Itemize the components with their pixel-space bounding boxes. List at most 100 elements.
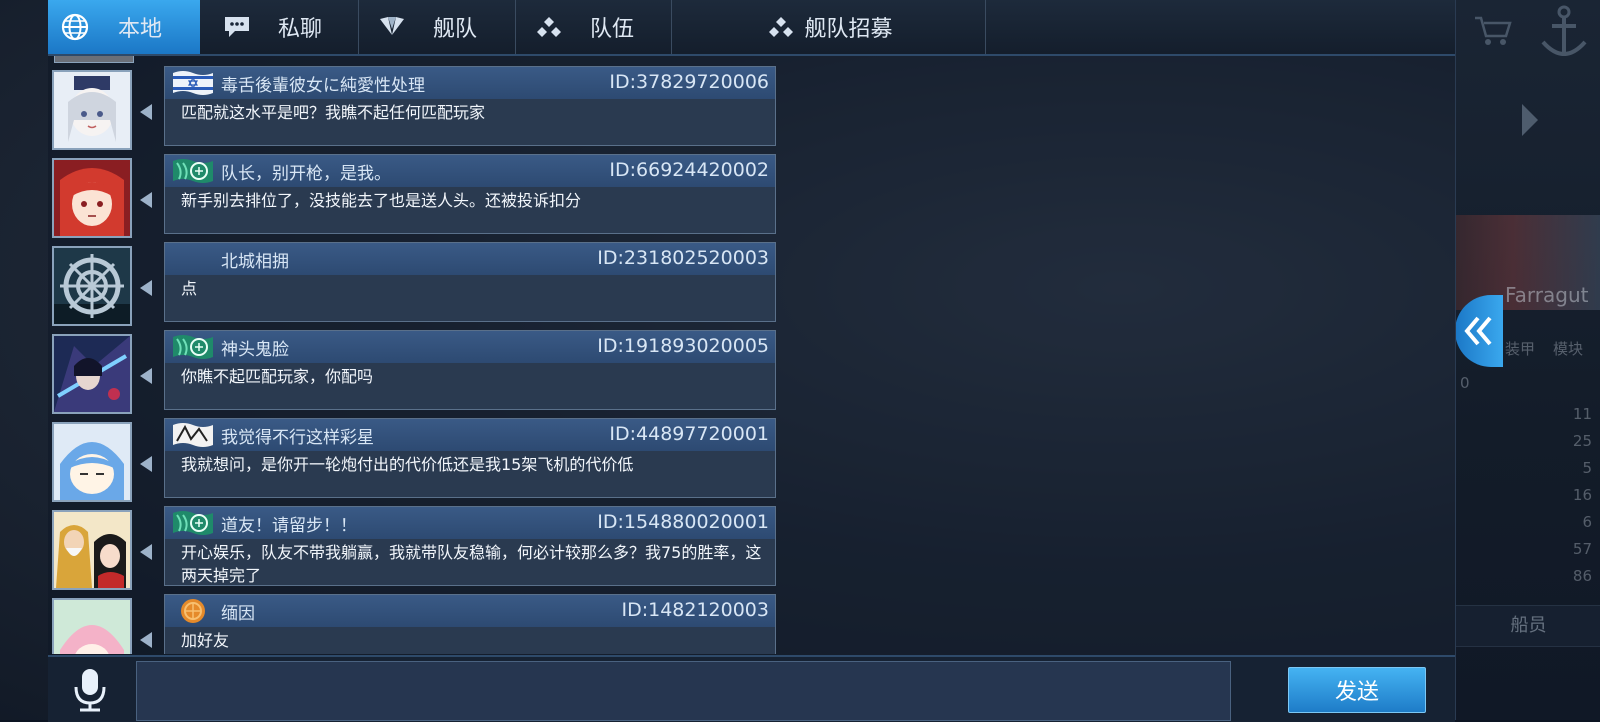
team-dots-icon bbox=[532, 10, 566, 44]
bubble-pointer bbox=[140, 280, 152, 296]
voice-input-button[interactable] bbox=[70, 667, 110, 713]
ship-wheel-avatar[interactable] bbox=[52, 246, 132, 326]
tab-local[interactable]: 本地 bbox=[48, 0, 200, 54]
sender-name[interactable]: 我觉得不行这样彩星 bbox=[221, 423, 374, 448]
message-text: 我就想问，是你开一轮炮付出的代价低还是我15架飞机的代价低 bbox=[181, 455, 634, 474]
message-header: 队长，别开枪，是我。 ID:66924420002 bbox=[165, 155, 775, 187]
message-header: 我觉得不行这样彩星 ID:44897720001 bbox=[165, 419, 775, 451]
pink-hair-girl-avatar[interactable] bbox=[52, 598, 132, 654]
double-chevron-left-icon bbox=[1464, 316, 1492, 346]
white-hair-girl-avatar[interactable] bbox=[52, 70, 132, 150]
sender-name[interactable]: 神头鬼脸 bbox=[221, 335, 289, 360]
crew-button[interactable]: 船员 bbox=[1455, 605, 1600, 647]
bubble-pointer bbox=[140, 104, 152, 120]
globe-icon bbox=[58, 10, 92, 44]
sender-id: ID:1482120003 bbox=[621, 599, 769, 621]
israel-flag-badge bbox=[173, 71, 213, 95]
team-dots-icon bbox=[764, 10, 798, 44]
shopping-cart-icon bbox=[1475, 16, 1512, 45]
sender-id: ID:37829720006 bbox=[609, 71, 769, 93]
chat-message: 队长，别开枪，是我。 ID:66924420002 新手别去排位了，没技能去了也… bbox=[48, 154, 778, 238]
red-hair-girl-avatar[interactable] bbox=[52, 158, 132, 238]
speech-bubble-icon bbox=[220, 10, 254, 44]
message-text: 你瞧不起匹配玩家，你配吗 bbox=[181, 367, 374, 386]
ship-name: Farragut bbox=[1505, 283, 1589, 307]
message-text: 开心娱乐，队友不带我躺赢，我就带队友稳输，何必计较那么多？我75的胜率，这两天掉… bbox=[181, 543, 762, 585]
module-label: 模块 bbox=[1553, 340, 1584, 358]
message-bubble: 我觉得不行这样彩星 ID:44897720001 我就想问，是你开一轮炮付出的代… bbox=[164, 418, 776, 498]
sender-id: ID:66924420002 bbox=[609, 159, 769, 181]
tab-team[interactable]: 队伍 bbox=[516, 0, 672, 54]
message-text: 加好友 bbox=[181, 631, 230, 650]
sender-name[interactable]: 毒舌後輩彼女に純愛性处理 bbox=[221, 71, 425, 96]
message-bubble: 队长，别开枪，是我。 ID:66924420002 新手别去排位了，没技能去了也… bbox=[164, 154, 776, 234]
message-header: 毒舌後輩彼女に純愛性处理 ID:37829720006 bbox=[165, 67, 775, 99]
message-bubble: 缅因 ID:1482120003 加好友 bbox=[164, 594, 776, 654]
sender-name[interactable]: 北城相拥 bbox=[221, 247, 289, 272]
chat-message: 毒舌後輩彼女に純愛性处理 ID:37829720006 匹配就这水平是吧？我瞧不… bbox=[48, 66, 778, 150]
send-button[interactable]: 发送 bbox=[1288, 667, 1426, 713]
dark-warrior-avatar[interactable] bbox=[52, 334, 132, 414]
old-man-woman-avatar[interactable] bbox=[52, 510, 132, 590]
chat-input-bar: 发送 bbox=[48, 655, 1455, 722]
message-header: 北城相拥 ID:231802520003 bbox=[165, 243, 775, 275]
tab-fleet-recruit[interactable]: 舰队招募 bbox=[672, 0, 986, 54]
stat-value: 16 bbox=[1572, 486, 1592, 504]
blue-hair-chibi-avatar[interactable] bbox=[52, 422, 132, 502]
green-wave-badge bbox=[173, 159, 213, 183]
chat-panel: 本地 私聊 舰队 队伍 舰队招募 毒舌後輩彼女に純愛性处理 ID:3782972… bbox=[48, 0, 1456, 722]
tab-fleet[interactable]: 舰队 bbox=[359, 0, 516, 54]
message-text: 新手别去排位了，没技能去了也是送人头。还被投诉扣分 bbox=[181, 191, 582, 210]
play-arrow-icon bbox=[1522, 104, 1538, 136]
stat-row: 11 bbox=[1455, 405, 1600, 425]
stat-row: 6 bbox=[1455, 513, 1600, 533]
level-row: 0 bbox=[1455, 374, 1600, 394]
green-wave-badge bbox=[173, 335, 213, 359]
level-value: 0 bbox=[1460, 374, 1470, 392]
white-flag-badge bbox=[173, 423, 213, 447]
message-header: 缅因 ID:1482120003 bbox=[165, 595, 775, 627]
sender-id: ID:154880020001 bbox=[597, 511, 769, 533]
stat-row: 25 bbox=[1455, 432, 1600, 452]
orange-seal-badge bbox=[181, 599, 205, 623]
bubble-pointer bbox=[140, 632, 152, 648]
green-wave-badge bbox=[173, 511, 213, 535]
sender-id: ID:44897720001 bbox=[609, 423, 769, 445]
message-header: 道友！请留步！！ ID:154880020001 bbox=[165, 507, 775, 539]
bubble-pointer bbox=[140, 192, 152, 208]
stat-value: 6 bbox=[1582, 513, 1592, 531]
avatar-partial bbox=[54, 56, 134, 63]
chat-message: 我觉得不行这样彩星 ID:44897720001 我就想问，是你开一轮炮付出的代… bbox=[48, 418, 778, 502]
bubble-pointer bbox=[140, 368, 152, 384]
tab-team-label: 队伍 bbox=[590, 17, 635, 42]
fleet-emblem-icon bbox=[375, 10, 409, 44]
message-bubble: 道友！请留步！！ ID:154880020001 开心娱乐，队友不带我躺赢，我就… bbox=[164, 506, 776, 586]
chat-message: 神头鬼脸 ID:191893020005 你瞧不起匹配玩家，你配吗 bbox=[48, 330, 778, 414]
stat-row: 16 bbox=[1455, 486, 1600, 506]
message-bubble: 毒舌後輩彼女に純愛性处理 ID:37829720006 匹配就这水平是吧？我瞧不… bbox=[164, 66, 776, 146]
message-bubble: 神头鬼脸 ID:191893020005 你瞧不起匹配玩家，你配吗 bbox=[164, 330, 776, 410]
sender-name[interactable]: 道友！请留步！！ bbox=[221, 511, 357, 536]
message-header: 神头鬼脸 ID:191893020005 bbox=[165, 331, 775, 363]
stat-value: 57 bbox=[1572, 540, 1592, 558]
message-text: 点 bbox=[181, 279, 198, 298]
armor-label: 装甲 bbox=[1505, 340, 1536, 358]
stat-value: 86 bbox=[1572, 567, 1592, 585]
stat-row: 5 bbox=[1455, 459, 1600, 479]
tab-fleet-label: 舰队 bbox=[433, 17, 478, 42]
chat-message: 北城相拥 ID:231802520003 点 bbox=[48, 242, 778, 326]
message-list[interactable]: 毒舌後輩彼女に純愛性处理 ID:37829720006 匹配就这水平是吧？我瞧不… bbox=[48, 56, 778, 654]
sender-name[interactable]: 队长，别开枪，是我。 bbox=[221, 159, 391, 184]
microphone-icon bbox=[74, 669, 106, 712]
chat-message-input[interactable] bbox=[136, 661, 1231, 721]
stat-row: 57 bbox=[1455, 540, 1600, 560]
message-text: 匹配就这水平是吧？我瞧不起任何匹配玩家 bbox=[181, 103, 486, 122]
message-bubble: 北城相拥 ID:231802520003 点 bbox=[164, 242, 776, 322]
sender-id: ID:191893020005 bbox=[597, 335, 769, 357]
stat-value: 5 bbox=[1582, 459, 1592, 477]
stat-row: 86 bbox=[1455, 567, 1600, 587]
tab-private-chat[interactable]: 私聊 bbox=[202, 0, 359, 54]
tab-private-label: 私聊 bbox=[278, 17, 323, 42]
sender-name[interactable]: 缅因 bbox=[221, 599, 255, 624]
chat-message: 缅因 ID:1482120003 加好友 bbox=[48, 594, 778, 654]
